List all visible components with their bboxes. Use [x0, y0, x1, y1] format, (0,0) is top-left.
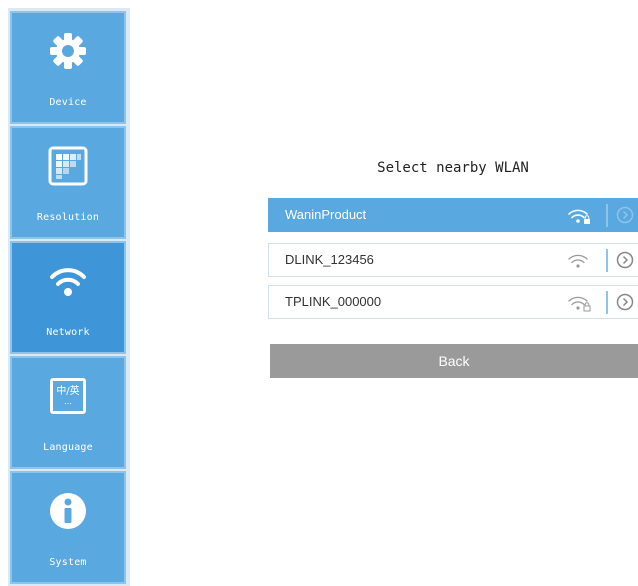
row-divider	[606, 204, 608, 227]
language-icon: 中/英 …	[46, 374, 90, 418]
sidebar-item-network[interactable]: Network	[10, 241, 126, 354]
row-divider	[606, 249, 608, 272]
sidebar-item-label: Resolution	[36, 212, 100, 223]
page-title: Select nearby WLAN	[377, 160, 529, 176]
resolution-grid-icon	[46, 144, 90, 188]
wifi-icon	[567, 251, 591, 271]
chevron-right-circle-icon[interactable]	[616, 251, 634, 269]
wlan-ssid: TPLINK_000000	[285, 294, 382, 309]
sidebar-item-resolution[interactable]: Resolution	[10, 126, 126, 239]
sidebar-item-label: Network	[46, 327, 90, 338]
sidebar: Device Resolution Network 中/英 … Language…	[8, 8, 130, 586]
sidebar-item-label: Language	[43, 442, 93, 453]
wlan-ssid: WaninProduct	[285, 207, 367, 222]
wifi-locked-icon	[567, 293, 591, 313]
sidebar-item-label: Device	[49, 97, 87, 108]
row-divider	[606, 291, 608, 314]
wlan-row-tplink[interactable]: TPLINK_000000	[268, 285, 638, 319]
sidebar-item-device[interactable]: Device	[10, 11, 126, 124]
info-icon	[46, 489, 90, 533]
wifi-locked-icon	[567, 206, 591, 226]
wlan-row-waninproduct[interactable]: WaninProduct	[268, 198, 638, 232]
sidebar-item-label: System	[49, 557, 87, 568]
gear-icon	[46, 29, 90, 73]
sidebar-item-system[interactable]: System	[10, 471, 126, 584]
wifi-icon	[46, 259, 90, 303]
wlan-ssid: DLINK_123456	[285, 252, 374, 267]
chevron-right-circle-icon[interactable]	[616, 206, 634, 224]
wlan-row-dlink[interactable]: DLINK_123456	[268, 243, 638, 277]
back-button[interactable]: Back	[270, 344, 638, 378]
sidebar-item-language[interactable]: 中/英 … Language	[10, 356, 126, 469]
chevron-right-circle-icon[interactable]	[616, 293, 634, 311]
